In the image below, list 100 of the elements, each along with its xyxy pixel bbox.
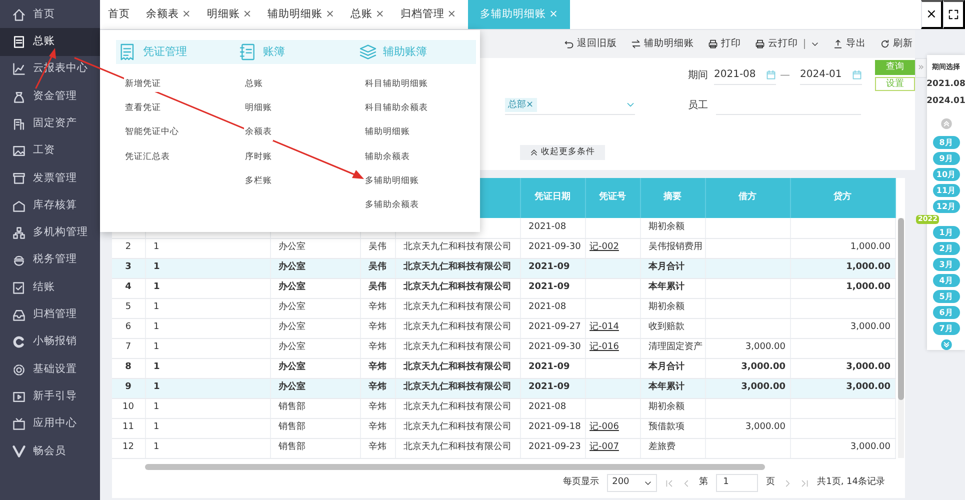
close-icon[interactable]: ×: [182, 6, 191, 22]
toolbar-button[interactable]: 打印: [708, 36, 741, 52]
sidebar-item[interactable]: 首页: [0, 1, 100, 28]
table-row[interactable]: 5 1 办公室 辛炜 北京天九仁和科技有限公司 2021-08 期初余额: [112, 298, 895, 318]
page-input[interactable]: 1: [716, 474, 758, 492]
table-cell: 3,000.00: [850, 322, 890, 332]
table-row[interactable]: 9 1 办公室 辛炜 北京天九仁和科技有限公司 2021-09 本年累计 3,000.00 3,000.00: [112, 378, 895, 398]
sidebar-item[interactable]: 新手引导: [0, 383, 100, 410]
stack-icon: [358, 42, 378, 62]
table-cell: 本年累计: [648, 282, 684, 292]
table-cell: 1: [154, 402, 160, 412]
voucher-link[interactable]: 记-006: [590, 422, 619, 432]
sidebar-item[interactable]: 发票管理: [0, 164, 100, 192]
table-cell: 辛炜: [368, 402, 386, 412]
table-row[interactable]: 7 1 办公室 辛炜 北京天九仁和科技有限公司 2021-09-30 记-016 清理固定资产 3,000.00: [112, 338, 895, 358]
sidebar-item[interactable]: 总账: [0, 28, 100, 56]
table-cell: 办公室: [278, 242, 306, 252]
sidebar-item[interactable]: 税务管理: [0, 246, 100, 274]
table-cell: 3,000.00: [850, 442, 890, 452]
table-cell: 3,000.00: [741, 362, 786, 372]
table-row[interactable]: 10 1 销售部 辛炜 北京天九仁和科技有限公司 2021-08 期初余额: [112, 398, 895, 418]
table-cell: 办公室: [278, 382, 306, 392]
toolbar-button[interactable]: 云打印: [755, 36, 819, 52]
date-field[interactable]: 2021-08: [714, 65, 776, 85]
table-row[interactable]: 8 1 办公室 辛炜 北京天九仁和科技有限公司 2021-09 本月合计 3,000.00 3,000.00: [112, 358, 895, 378]
table-row[interactable]: 12 1 销售部 辛炜 北京天九仁和科技有限公司 2021-09-23 记-007 差旅费 3,000.00: [112, 438, 895, 458]
table-cell: 8: [125, 362, 132, 372]
menu-item[interactable]: 余额表: [244, 124, 273, 141]
table-cell: 1: [154, 282, 160, 292]
collapse-toggle[interactable]: 收起更多条件: [520, 145, 605, 160]
toolbar-button[interactable]: 刷新: [880, 36, 913, 52]
scrollbar[interactable]: [145, 464, 765, 470]
close-button[interactable]: ×: [921, 0, 943, 29]
printer-icon: [708, 39, 718, 49]
table-cell: 销售部: [278, 402, 306, 412]
tab[interactable]: 总账 ×: [342, 0, 392, 29]
sidebar-item[interactable]: 应用中心: [0, 410, 100, 438]
sidebar-item[interactable]: 畅会员: [0, 438, 100, 466]
sidebar-item[interactable]: 小畅报销: [0, 328, 100, 356]
tab[interactable]: 余额表 ×: [138, 0, 199, 29]
sidebar-item[interactable]: 固定资产: [0, 110, 100, 138]
voucher-link[interactable]: 记-014: [590, 322, 619, 332]
table-cell: 北京天九仁和科技有限公司: [404, 362, 512, 372]
table-cell: 2021-08: [528, 222, 566, 232]
table-cell: 吴伟: [368, 242, 386, 252]
table-row[interactable]: 6 1 办公室 辛炜 北京天九仁和科技有限公司 2021-09-27 记-014 收到赔款 3,000.00: [112, 318, 895, 338]
voucher-link[interactable]: 记-007: [590, 442, 619, 452]
table-cell: 北京天九仁和科技有限公司: [404, 242, 512, 252]
sidebar-item[interactable]: 资金管理: [0, 82, 100, 110]
table-cell: 辛炜: [368, 302, 386, 312]
toolbar-button[interactable]: 退回旧版: [564, 36, 617, 52]
last-page-icon: [800, 478, 810, 488]
sidebar-item[interactable]: 工资: [0, 137, 100, 165]
table-cell: 4: [125, 282, 132, 292]
tab[interactable]: 首页: [100, 0, 138, 29]
table-cell: 辛炜: [368, 422, 386, 432]
date-field[interactable]: 2024-01: [800, 65, 862, 85]
checklist-icon: [12, 280, 26, 295]
table-row[interactable]: 4 1 办公室 吴伟 北京天九仁和科技有限公司 2021-09 本年累计 1,000.00: [112, 278, 895, 298]
table-cell: 北京天九仁和科技有限公司: [404, 282, 512, 292]
sidebar-item[interactable]: 库存核算: [0, 192, 100, 220]
table-cell: 北京天九仁和科技有限公司: [404, 442, 512, 452]
table-cell: 吴伟: [368, 262, 386, 272]
logo-icon: [12, 335, 26, 350]
fullscreen-button[interactable]: [943, 0, 965, 29]
record-summary: 共1页, 14条记录: [817, 476, 885, 490]
page-size-select[interactable]: 200: [607, 474, 658, 492]
sidebar-item[interactable]: 归档管理: [0, 301, 100, 329]
table-cell: 北京天九仁和科技有限公司: [404, 322, 512, 332]
fullscreen-icon: [948, 9, 959, 20]
sidebar-item[interactable]: 多机构管理: [0, 219, 100, 247]
menu-item[interactable]: 新增凭证: [124, 76, 162, 92]
org-chart-icon: [12, 226, 26, 240]
table-row[interactable]: 3 1 办公室 吴伟 北京天九仁和科技有限公司 2021-09 本月合计 1,000.00: [112, 258, 895, 278]
sidebar-item[interactable]: 基础设置: [0, 356, 100, 384]
close-icon[interactable]: ×: [447, 6, 456, 22]
toolbar-button[interactable]: 导出: [833, 36, 866, 52]
tab[interactable]: 辅助明细账 ×: [260, 0, 342, 29]
sidebar-item[interactable]: 结账: [0, 274, 100, 302]
table-cell: 6: [125, 322, 132, 332]
table-cell: 11: [122, 422, 134, 432]
close-icon[interactable]: ×: [326, 6, 334, 22]
table-row[interactable]: 11 1 销售部 辛炜 北京天九仁和科技有限公司 2021-09-18 记-006 预借款项 3,000.00: [112, 418, 895, 438]
scrollbar[interactable]: [898, 218, 904, 400]
tab[interactable]: 归档管理 ×: [392, 0, 464, 29]
chevron-down-icon: [626, 100, 635, 109]
voucher-link[interactable]: 记-002: [590, 242, 619, 252]
close-icon[interactable]: ×: [375, 6, 384, 22]
table-cell: 9: [125, 382, 132, 392]
table-cell: 差旅费: [648, 442, 676, 452]
voucher-link[interactable]: 记-016: [590, 342, 619, 352]
close-icon[interactable]: ×: [242, 6, 252, 22]
table-cell: 本月合计: [648, 262, 684, 272]
tab[interactable]: 明细账 ×: [198, 0, 260, 29]
chart-icon: [12, 62, 26, 76]
table-cell: 办公室: [278, 342, 306, 352]
table-row[interactable]: 2 1 办公室 吴伟 北京天九仁和科技有限公司 2021-09-30 记-002 吴伟报销费用 1,000.00: [112, 238, 895, 258]
table-cell: 1,000.00: [846, 262, 890, 272]
house-icon: [12, 198, 26, 213]
toolbar-button[interactable]: 辅助明细账: [631, 36, 694, 52]
